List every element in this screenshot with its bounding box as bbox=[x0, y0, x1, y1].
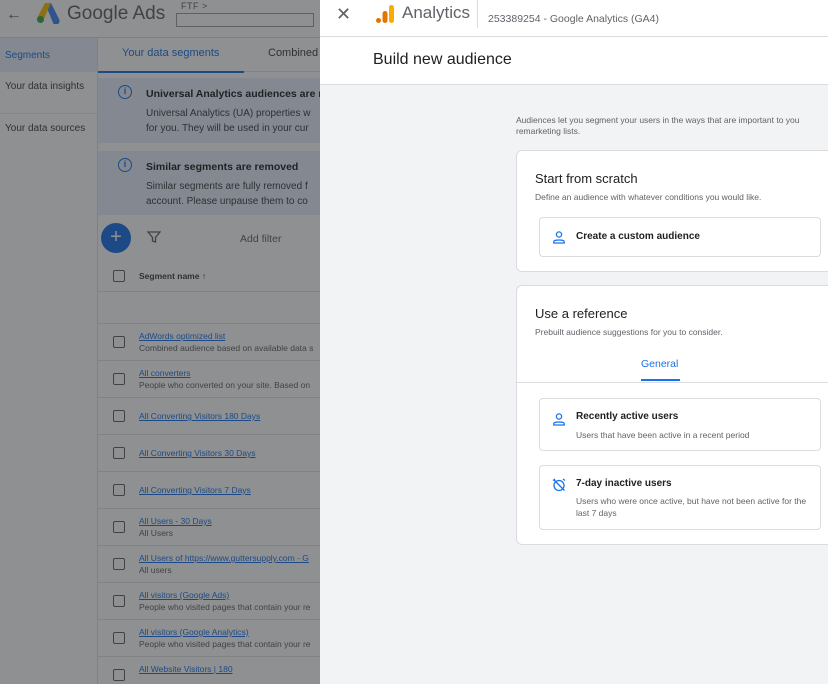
header-divider bbox=[477, 0, 478, 28]
create-custom-audience-button[interactable]: Create a custom audience bbox=[539, 217, 821, 257]
build-audience-panel: ✕ Analytics 253389254 - Google Analytics… bbox=[320, 0, 828, 684]
analytics-brand-name: Analytics bbox=[402, 3, 471, 22]
person-icon bbox=[553, 413, 565, 426]
option-description: Users who were once active, but have not… bbox=[576, 496, 807, 518]
intro-text: Audiences let you segment your users in … bbox=[516, 115, 828, 137]
panel-top-bar: ✕ Analytics 253389254 - Google Analytics… bbox=[320, 0, 828, 37]
panel-body: Audiences let you segment your users in … bbox=[320, 85, 828, 684]
recently-active-users-option[interactable]: Recently active users Users that have be… bbox=[539, 398, 821, 451]
option-description: Users that have been active in a recent … bbox=[576, 430, 750, 440]
card-subtitle: Prebuilt audience suggestions for you to… bbox=[535, 327, 723, 337]
option-title: Create a custom audience bbox=[576, 231, 700, 242]
start-from-scratch-card: Start from scratch Define an audience wi… bbox=[516, 150, 828, 272]
google-analytics-logo-icon bbox=[376, 5, 394, 23]
tab-indicator bbox=[641, 379, 680, 381]
person-icon bbox=[553, 231, 565, 244]
use-a-reference-card: Use a reference Prebuilt audience sugges… bbox=[516, 285, 828, 545]
tab-divider bbox=[517, 382, 828, 383]
card-title: Start from scratch bbox=[535, 171, 638, 186]
close-icon[interactable]: ✕ bbox=[336, 4, 351, 25]
panel-header: Build new audience bbox=[320, 37, 828, 85]
modal-scrim[interactable] bbox=[0, 0, 320, 684]
tab-general[interactable]: General bbox=[641, 358, 678, 370]
intro-line: remarketing lists. bbox=[516, 126, 581, 136]
card-title: Use a reference bbox=[535, 306, 628, 321]
page-title: Build new audience bbox=[373, 51, 512, 68]
card-subtitle: Define an audience with whatever conditi… bbox=[535, 192, 762, 202]
seven-day-inactive-users-option[interactable]: 7-day inactive users Users who were once… bbox=[539, 465, 821, 530]
alarm-off-icon bbox=[552, 478, 566, 492]
intro-line: Audiences let you segment your users in … bbox=[516, 115, 800, 125]
option-title: 7-day inactive users bbox=[576, 478, 672, 489]
property-selector[interactable]: 253389254 - Google Analytics (GA4) bbox=[488, 13, 659, 25]
option-title: Recently active users bbox=[576, 411, 679, 422]
